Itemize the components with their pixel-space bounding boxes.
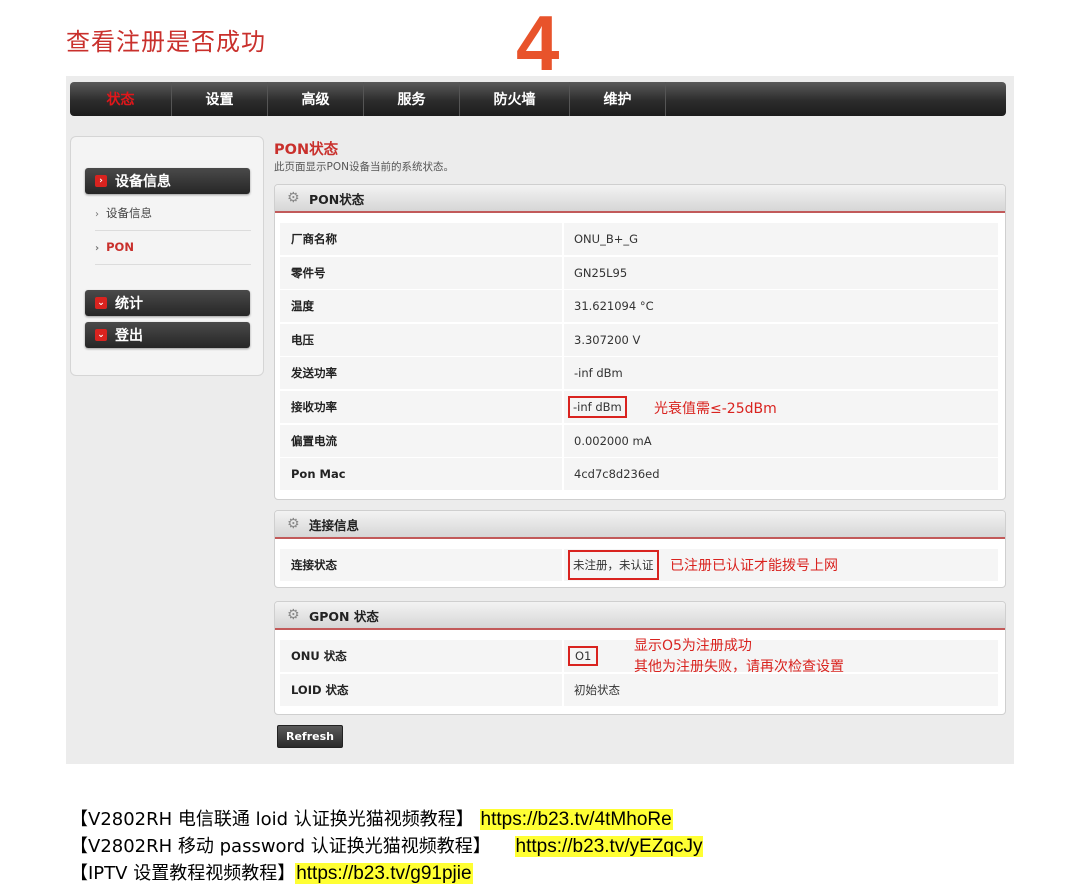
annotation-onu-line1: 显示O5为注册成功 [634, 638, 752, 654]
chevron-right-icon: › [95, 175, 107, 187]
annotation-rx-power: 光衰值需≤-25dBm [654, 401, 777, 417]
row-key: LOID 状态 [280, 674, 564, 706]
sidebar-logout-header[interactable]: ⌄ 登出 [85, 322, 250, 348]
row-key: 发送功率 [280, 357, 564, 389]
table-row: Pon Mac 4cd7c8d236ed [280, 458, 998, 490]
table-row: 发送功率 -inf dBm [280, 357, 998, 389]
panel-title: GPON 状态 [309, 608, 379, 624]
row-value: GN25L95 [574, 266, 628, 280]
table-row: 接收功率 -inf dBm [280, 391, 998, 423]
refresh-button[interactable]: Refresh [277, 725, 343, 748]
table-row: 偏置电流 0.002000 mA [280, 425, 998, 457]
divider [95, 230, 251, 231]
row-key: Pon Mac [280, 458, 564, 490]
highlight-box: 未注册，未认证 [568, 550, 659, 580]
nav-maintenance[interactable]: 维护 [570, 82, 666, 116]
row-key: ONU 状态 [280, 640, 564, 672]
pon-status-panel: ⚙ PON状态 厂商名称 ONU_B+_G 零件号 GN25L95 温度 31.621… [274, 184, 1006, 500]
row-key: 连接状态 [280, 549, 564, 581]
row-value: 初始状态 [574, 683, 620, 697]
sidebar-item-label: 设备信息 [106, 206, 152, 220]
link-url[interactable]: https://b23.tv/g91pjie [295, 863, 473, 884]
link-line: 【V2802RH 移动 password 认证换光猫视频教程】 https://… [70, 833, 704, 860]
chevron-down-icon: ⌄ [95, 297, 107, 309]
row-value: 4cd7c8d236ed [574, 467, 660, 481]
highlight-box: O1 [568, 646, 599, 666]
gear-icon: ⚙ [287, 190, 300, 206]
nav-status[interactable]: 状态 [70, 82, 172, 116]
connection-info-panel: ⚙ 连接信息 连接状态 未注册，未认证 [274, 510, 1006, 588]
link-text: 【V2802RH 电信联通 loid 认证换光猫视频教程】 [70, 809, 474, 830]
chevron-down-icon: ⌄ [95, 329, 107, 341]
row-key: 厂商名称 [280, 223, 564, 255]
link-url[interactable]: https://b23.tv/yEZqcJy [514, 836, 704, 857]
table-row: LOID 状态 初始状态 [280, 674, 998, 706]
table-row: 电压 3.307200 V [280, 324, 998, 356]
doc-title: 查看注册是否成功 [66, 28, 266, 56]
row-value: 31.621094 °C [574, 299, 654, 313]
row-key: 偏置电流 [280, 425, 564, 457]
link-url[interactable]: https://b23.tv/4tMhoRe [479, 809, 673, 830]
arrow-right-icon: › [95, 243, 100, 254]
row-value: 未注册，未认证 [564, 550, 659, 580]
tutorial-links: 【V2802RH 电信联通 loid 认证换光猫视频教程】 https://b2… [70, 806, 704, 887]
link-line: 【V2802RH 电信联通 loid 认证换光猫视频教程】 https://b2… [70, 806, 703, 833]
router-screenshot: 状态 设置 高级 服务 防火墙 维护 › 设备信息 › 设备信息 › PON ⌄ 统… [66, 76, 1014, 764]
link-text: 【IPTV 设置教程视频教程】 [70, 863, 296, 884]
sidebar-item-device-info[interactable]: › 设备信息 [95, 205, 251, 221]
sidebar-device-info-header[interactable]: › 设备信息 [85, 168, 250, 194]
row-value: -inf dBm [564, 396, 627, 418]
row-value: 0.002000 mA [574, 434, 652, 448]
page-description: 此页面显示PON设备当前的系统状态。 [274, 161, 454, 173]
panel-header: ⚙ PON状态 [275, 185, 1005, 213]
annotation-onu-line2: 其他为注册失败，请再次检查设置 [634, 659, 844, 675]
highlight-box: -inf dBm [568, 396, 627, 418]
row-value: ONU_B+_G [574, 232, 639, 246]
panel-header: ⚙ GPON 状态 [275, 602, 1005, 630]
nav-advanced[interactable]: 高级 [268, 82, 364, 116]
row-key: 接收功率 [280, 391, 564, 423]
sidebar-header-label: 设备信息 [115, 174, 171, 190]
page-title: PON状态 [274, 142, 339, 158]
row-value: -inf dBm [574, 366, 623, 380]
table-row: 温度 31.621094 °C [280, 290, 998, 322]
row-key: 零件号 [280, 257, 564, 289]
row-key: 电压 [280, 324, 564, 356]
panel-title: 连接信息 [309, 517, 360, 533]
nav-services[interactable]: 服务 [364, 82, 460, 116]
table-row: 厂商名称 ONU_B+_G [280, 223, 998, 255]
sidebar-item-pon[interactable]: › PON [95, 240, 251, 254]
arrow-right-icon: › [95, 209, 99, 220]
gear-icon: ⚙ [287, 516, 300, 532]
sidebar-item-label: PON [106, 240, 134, 254]
row-key: 温度 [280, 290, 564, 322]
nav-firewall[interactable]: 防火墙 [460, 82, 570, 116]
top-nav: 状态 设置 高级 服务 防火墙 维护 [70, 82, 1006, 116]
sidebar: › 设备信息 › 设备信息 › PON ⌄ 统计 ⌄ 登出 [70, 136, 264, 376]
sidebar-header-label: 统计 [115, 296, 143, 312]
panel-title: PON状态 [309, 191, 365, 207]
row-value: 3.307200 V [574, 333, 641, 347]
table-row: 零件号 GN25L95 [280, 257, 998, 289]
table-row: 连接状态 未注册，未认证 [280, 549, 998, 581]
sidebar-header-label: 登出 [115, 328, 143, 344]
link-text: 【V2802RH 移动 password 认证换光猫视频教程】 [70, 836, 491, 857]
annotation-connection: 已注册已认证才能拨号上网 [670, 558, 838, 574]
row-value: O1 [564, 646, 599, 666]
link-line: 【IPTV 设置教程视频教程】https://b23.tv/g91pjie [70, 860, 703, 887]
panel-header: ⚙ 连接信息 [275, 511, 1005, 539]
divider [95, 264, 251, 265]
nav-settings[interactable]: 设置 [172, 82, 268, 116]
sidebar-stats-header[interactable]: ⌄ 统计 [85, 290, 250, 316]
gear-icon: ⚙ [287, 607, 300, 623]
